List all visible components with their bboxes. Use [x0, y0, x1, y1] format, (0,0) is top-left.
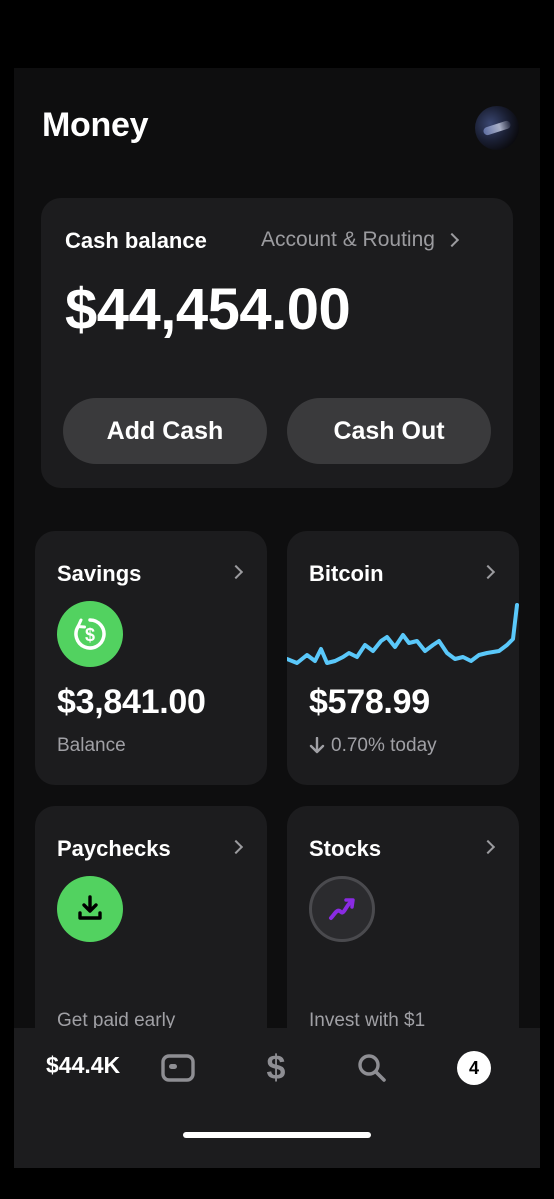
stocks-tile[interactable]: Stocks Invest with $1	[287, 806, 519, 1060]
savings-title: Savings	[57, 561, 142, 586]
savings-dollar-icon: $	[57, 601, 123, 667]
activity-badge[interactable]: 4	[454, 1048, 494, 1088]
page-title: Money	[42, 106, 149, 144]
bitcoin-change: 0.70% today	[309, 735, 437, 757]
cash-out-button[interactable]: Cash Out	[287, 398, 491, 464]
account-routing-label: Account & Routing	[261, 228, 435, 251]
savings-tile[interactable]: Savings $ $3,841.00 Balance	[35, 531, 267, 785]
nav-balance[interactable]: $44.4K	[46, 1052, 120, 1079]
card-icon[interactable]	[158, 1048, 198, 1088]
paychecks-title: Paychecks	[57, 836, 171, 861]
bitcoin-sparkline	[287, 603, 519, 665]
money-screen: Money Cash balance Account & Routing $44…	[14, 68, 540, 1168]
cash-balance-card: Cash balance Account & Routing $44,454.0…	[41, 198, 513, 488]
paychecks-tile[interactable]: Paychecks Get paid early	[35, 806, 267, 1060]
bitcoin-change-text: 0.70% today	[331, 735, 437, 756]
stocks-title: Stocks	[309, 836, 382, 861]
svg-text:$: $	[85, 625, 95, 645]
bitcoin-value: $578.99	[309, 683, 430, 721]
savings-value: $3,841.00	[57, 683, 206, 721]
bitcoin-title: Bitcoin	[309, 561, 384, 586]
chevron-right-icon	[444, 232, 460, 248]
chevron-right-icon	[228, 839, 244, 855]
arrow-down-icon	[309, 737, 325, 754]
chevron-right-icon	[480, 564, 496, 580]
chevron-right-icon	[480, 839, 496, 855]
stocks-trend-icon	[309, 876, 375, 942]
bottom-nav: $44.4K $ 4	[14, 1028, 540, 1168]
bitcoin-tile[interactable]: Bitcoin $578.99 0.70% today	[287, 531, 519, 785]
dollar-icon[interactable]: $	[256, 1048, 296, 1088]
savings-sub: Balance	[57, 735, 126, 756]
account-routing-link[interactable]: Account & Routing	[261, 228, 460, 252]
add-cash-button[interactable]: Add Cash	[63, 398, 267, 464]
home-indicator[interactable]	[183, 1132, 371, 1138]
avatar[interactable]	[475, 106, 519, 150]
search-icon[interactable]	[352, 1048, 392, 1088]
download-tray-icon	[57, 876, 123, 942]
cash-balance-amount: $44,454.00	[65, 277, 351, 342]
cash-balance-label: Cash balance	[65, 228, 207, 253]
notification-count: 4	[457, 1051, 491, 1085]
chevron-right-icon	[228, 564, 244, 580]
